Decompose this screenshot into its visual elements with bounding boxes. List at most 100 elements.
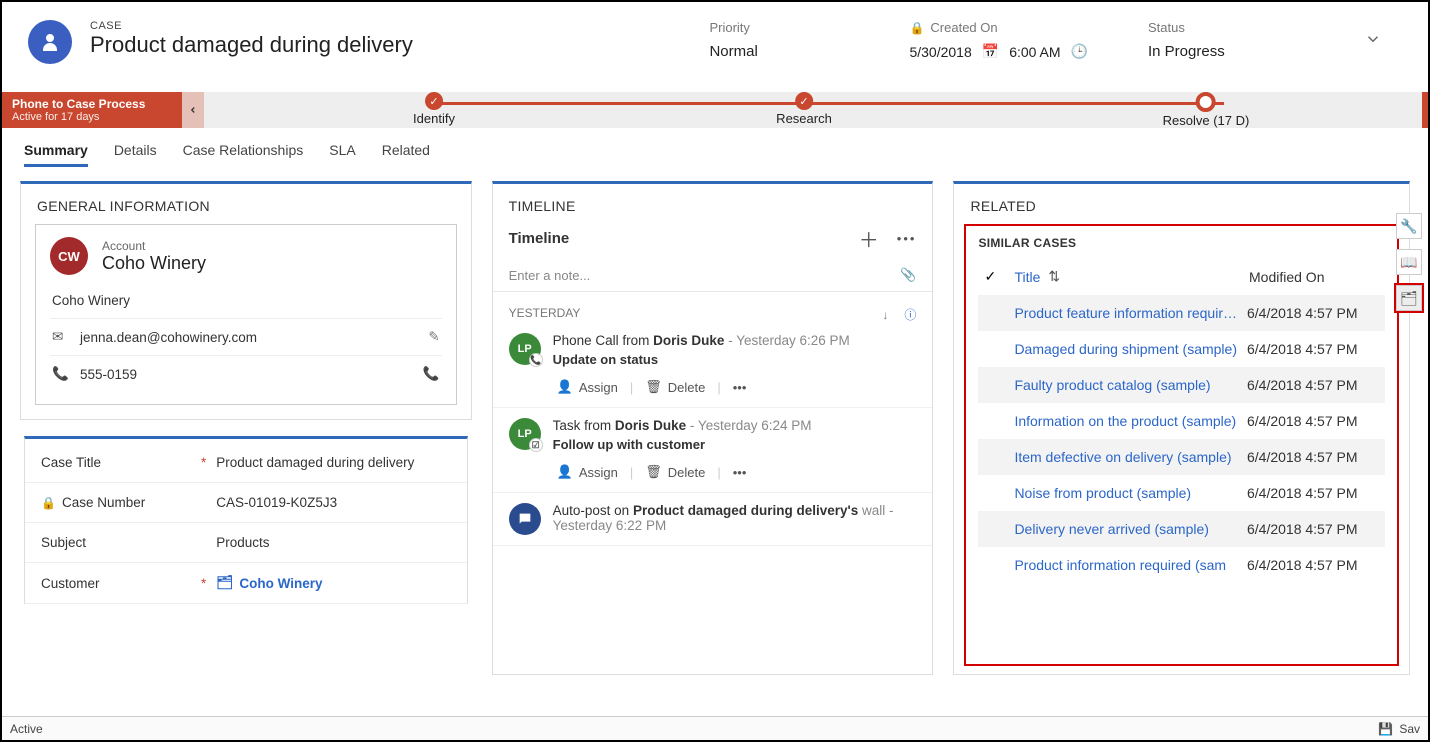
case-title-link[interactable]: Faulty product catalog (sample) [1014, 377, 1247, 393]
more-icon[interactable]: ••• [729, 463, 751, 482]
rail-book-icon[interactable]: 📖 [1396, 249, 1422, 275]
timeline-title: TIMELINE [493, 184, 933, 224]
case-title-link[interactable]: Delivery never arrived (sample) [1014, 521, 1247, 537]
similar-case-row[interactable]: Noise from product (sample)6/4/2018 4:57… [978, 475, 1385, 511]
similar-case-row[interactable]: Item defective on delivery (sample)6/4/2… [978, 439, 1385, 475]
entity-type-label: CASE [90, 20, 413, 32]
case-modified: 6/4/2018 4:57 PM [1247, 557, 1377, 573]
case-title-link[interactable]: Product feature information requir… [1014, 305, 1247, 321]
case-modified: 6/4/2018 4:57 PM [1247, 413, 1377, 429]
account-name[interactable]: Coho Winery [102, 253, 206, 274]
case-title-link[interactable]: Item defective on delivery (sample) [1014, 449, 1247, 465]
case-modified: 6/4/2018 4:57 PM [1247, 305, 1377, 321]
save-icon: 💾 [1378, 722, 1393, 736]
general-information-panel: GENERAL INFORMATION CW Account Coho Wine… [20, 181, 472, 420]
record-title: Product damaged during delivery [90, 32, 413, 58]
case-modified: 6/4/2018 4:57 PM [1247, 377, 1377, 393]
similar-case-row[interactable]: Delivery never arrived (sample)6/4/2018 … [978, 511, 1385, 547]
case-title-link[interactable]: Information on the product (sample) [1014, 413, 1247, 429]
stage-research[interactable]: ✓Research [776, 92, 832, 126]
case-title-link[interactable]: Product information required (sam [1014, 557, 1247, 573]
timeline-panel: TIMELINE Timeline ＋ ••• Enter a note... … [492, 181, 934, 675]
similar-cases-heading: SIMILAR CASES [978, 236, 1385, 250]
field-case-number: 🔒Case Number * CAS-01019-K0Z5J3 [25, 483, 467, 523]
col-modified[interactable]: Modified On [1249, 269, 1379, 285]
activity-subject: Update on status [553, 352, 917, 367]
timeline-heading: Timeline [509, 230, 570, 247]
field-case-title[interactable]: Case Title * Product damaged during deli… [25, 443, 467, 483]
phone-icon: 📞 [52, 366, 70, 382]
assistant-rail: 🔧 📖 🗂 [1396, 213, 1422, 311]
similar-case-row[interactable]: Product information required (sam6/4/201… [978, 547, 1385, 583]
record-state: Active [10, 722, 43, 736]
delete-button[interactable]: 🗑Delete [641, 377, 709, 397]
header-priority: Priority Normal [709, 20, 849, 60]
field-customer[interactable]: Customer * 🗂Coho Winery [25, 563, 467, 604]
account-phone-row[interactable]: 📞555-0159 📞 [50, 355, 442, 392]
account-avatar: CW [50, 237, 88, 275]
account-email-row[interactable]: ✉jenna.dean@cohowinery.com ✎ [50, 318, 442, 355]
calendar-icon[interactable]: 📅 [982, 43, 999, 60]
similar-cases-highlight: SIMILAR CASES ✓ Title ⇅ Modified On Prod… [964, 224, 1399, 666]
process-name-block[interactable]: Phone to Case Process Active for 17 days [2, 92, 182, 128]
related-panel: RELATED SIMILAR CASES ✓ Title ⇅ Modified… [953, 181, 1410, 675]
form-tabs: Summary Details Case Relationships SLA R… [2, 128, 1428, 167]
expand-header-icon[interactable] [1364, 30, 1382, 48]
timeline-item[interactable]: LP📞 Phone Call from Doris Duke - Yesterd… [493, 323, 933, 408]
select-all-icon[interactable]: ✓ [984, 268, 1004, 285]
process-collapse-icon[interactable] [182, 92, 204, 128]
created-date: 5/30/2018 [909, 44, 971, 60]
case-title-link[interactable]: Damaged during shipment (sample) [1014, 341, 1247, 357]
record-header: CASE Product damaged during delivery Pri… [2, 2, 1428, 92]
assign-button[interactable]: 👤Assign [553, 377, 622, 397]
rail-similar-icon[interactable]: 🗂 [1396, 285, 1422, 311]
case-fields-panel: Case Title * Product damaged during deli… [24, 436, 468, 604]
field-subject[interactable]: Subject * Products [25, 523, 467, 563]
trash-icon: 🗑 [645, 464, 662, 480]
header-created-on: 🔒Created On 5/30/2018 📅 6:00 AM 🕒 [909, 20, 1088, 60]
save-button[interactable]: 💾Sav [1378, 722, 1420, 736]
clock-icon[interactable]: 🕒 [1071, 43, 1088, 60]
case-icon [28, 20, 72, 64]
general-title: GENERAL INFORMATION [21, 184, 471, 224]
trash-icon: 🗑 [645, 379, 662, 395]
delete-button[interactable]: 🗑Delete [641, 462, 709, 482]
stage-resolve[interactable]: Resolve (17 D) [1163, 92, 1250, 128]
user-avatar: LP📞 [509, 333, 541, 365]
more-icon[interactable]: ••• [729, 378, 751, 397]
sort-icon[interactable]: ⇅ [1048, 268, 1060, 285]
account-label: Account [102, 239, 206, 253]
timeline-item[interactable]: LP☑ Task from Doris Duke - Yesterday 6:2… [493, 408, 933, 493]
business-process-flow: Phone to Case Process Active for 17 days… [2, 92, 1428, 128]
timeline-item[interactable]: Auto-post on Product damaged during deli… [493, 493, 933, 546]
tab-case-relationships[interactable]: Case Relationships [183, 142, 304, 167]
tab-summary[interactable]: Summary [24, 142, 88, 167]
call-icon[interactable]: 📞 [423, 366, 440, 382]
attachment-icon[interactable]: 📎 [900, 267, 916, 283]
info-icon[interactable]: ⓘ [904, 306, 916, 323]
assign-icon: 👤 [557, 464, 573, 480]
rail-wrench-icon[interactable]: 🔧 [1396, 213, 1422, 239]
similar-case-row[interactable]: Product feature information requir…6/4/2… [978, 295, 1385, 331]
case-title-link[interactable]: Noise from product (sample) [1014, 485, 1247, 501]
activity-subject: Follow up with customer [553, 437, 917, 452]
account-card: CW Account Coho Winery Coho Winery ✉jenn… [35, 224, 457, 405]
send-email-icon[interactable]: ✎ [428, 329, 439, 345]
timeline-add-icon[interactable]: ＋ [859, 224, 879, 253]
tab-sla[interactable]: SLA [329, 142, 355, 167]
created-time: 6:00 AM [1009, 44, 1060, 60]
tab-details[interactable]: Details [114, 142, 157, 167]
similar-case-row[interactable]: Information on the product (sample)6/4/2… [978, 403, 1385, 439]
stage-identify[interactable]: ✓Identify [413, 92, 455, 126]
assign-button[interactable]: 👤Assign [553, 462, 622, 482]
col-title[interactable]: Title [1014, 269, 1040, 285]
tab-related[interactable]: Related [382, 142, 430, 167]
lock-icon: 🔒 [909, 21, 924, 35]
similar-case-row[interactable]: Damaged during shipment (sample)6/4/2018… [978, 331, 1385, 367]
case-modified: 6/4/2018 4:57 PM [1247, 485, 1377, 501]
similar-case-row[interactable]: Faulty product catalog (sample)6/4/2018 … [978, 367, 1385, 403]
activity-type-icon: 📞 [529, 353, 543, 367]
timeline-overflow-icon[interactable]: ••• [897, 231, 917, 246]
sort-arrow-icon[interactable]: ↓ [882, 308, 888, 322]
timeline-note-input[interactable]: Enter a note... 📎 [493, 259, 933, 292]
